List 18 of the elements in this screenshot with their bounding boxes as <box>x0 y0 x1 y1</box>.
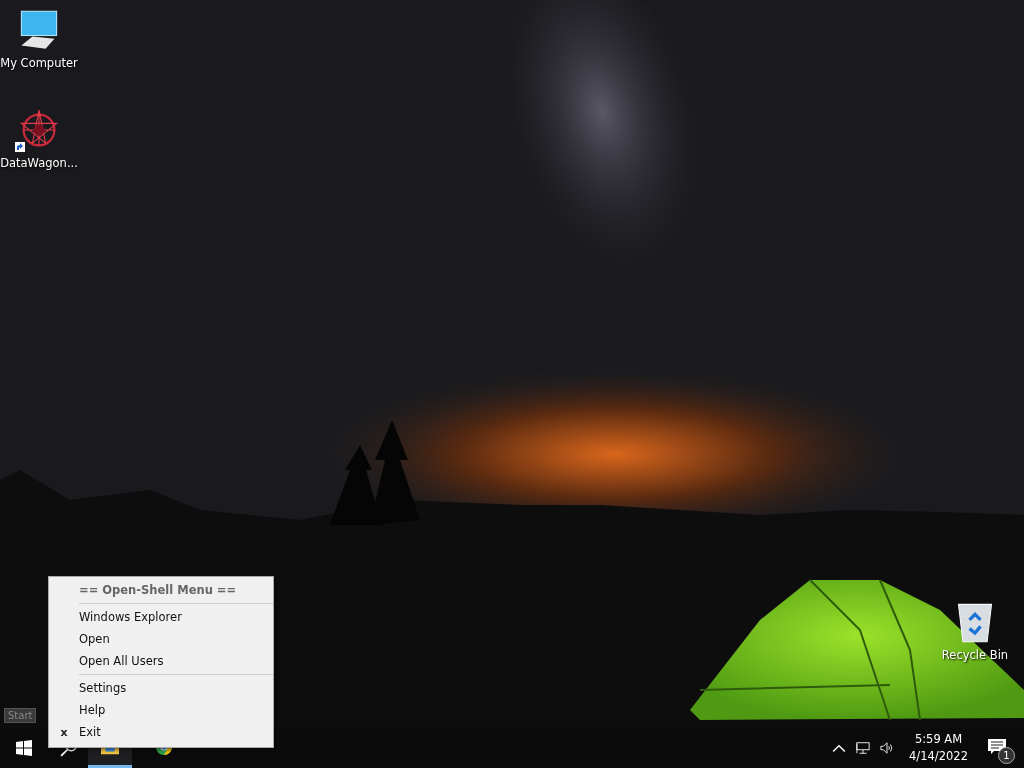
menu-item[interactable]: Help <box>79 699 106 721</box>
menu-item-marker: x <box>60 725 68 739</box>
desktop-icon-label[interactable]: DataWagon... <box>0 156 78 170</box>
speaker-icon[interactable] <box>880 741 895 755</box>
menu-item[interactable]: Open <box>79 628 110 650</box>
menu-item[interactable]: Open All Users <box>79 650 164 672</box>
menu-item[interactable]: Windows Explorer <box>79 606 182 628</box>
clock-date[interactable]: 4/14/2022 <box>909 748 968 765</box>
menu-item[interactable]: Exit <box>79 721 101 743</box>
desktop-icon-label[interactable]: Recycle Bin <box>941 648 1009 662</box>
clock-time[interactable]: 5:59 AM <box>914 731 963 748</box>
start-tooltip: Start <box>4 708 37 723</box>
windows-start-icon[interactable] <box>16 740 32 756</box>
network-icon[interactable] <box>856 741 871 755</box>
notification-count-badge: 1 <box>998 747 1015 764</box>
menu-item[interactable]: Settings <box>79 677 127 699</box>
menu-header: == Open-Shell Menu == <box>78 582 238 599</box>
desktop-icon-label[interactable]: My Computer <box>0 56 78 70</box>
